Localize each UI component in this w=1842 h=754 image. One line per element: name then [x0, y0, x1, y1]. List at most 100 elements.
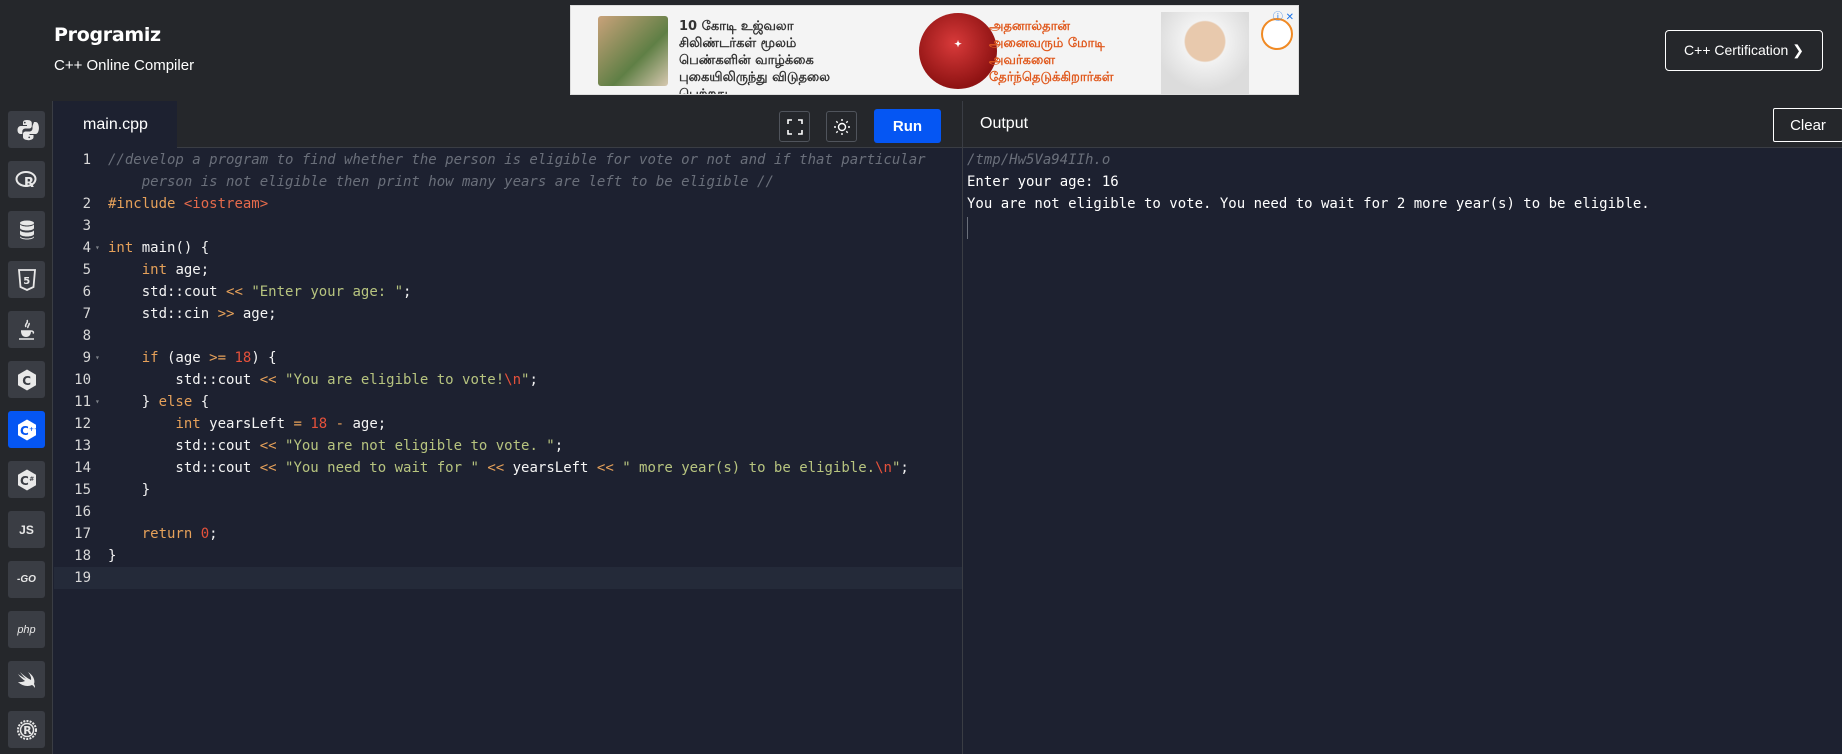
- go-icon[interactable]: -GO: [8, 561, 45, 598]
- database-icon[interactable]: [8, 211, 45, 248]
- editor-toolbar: main.cpp Run: [54, 101, 962, 148]
- line-number: 17: [74, 526, 91, 542]
- theme-toggle-sun-icon[interactable]: [826, 111, 857, 142]
- line-number: 11: [74, 394, 91, 410]
- advertisement-banner[interactable]: 10 கோடி உஜ்வலா சிலிண்டர்கள் மூலம் பெண்கள…: [570, 5, 1299, 95]
- code-text: std::cout << "Enter your age: ";: [108, 284, 412, 300]
- svg-text:++: ++: [29, 426, 39, 433]
- line-number: 14: [74, 460, 91, 476]
- line-number: 4: [82, 240, 91, 256]
- output-path: /tmp/Hw5Va94IIh.o: [967, 152, 1111, 168]
- code-line[interactable]: 10 std::cout << "You are eligible to vot…: [54, 369, 962, 391]
- svg-text:R: R: [24, 176, 34, 191]
- swift-icon[interactable]: [8, 661, 45, 698]
- code-text: std::cout << "You are eligible to vote!\…: [108, 372, 538, 388]
- code-text: //develop a program to find whether the …: [108, 152, 926, 190]
- line-number: 1: [82, 152, 91, 168]
- code-line[interactable]: 3: [54, 215, 962, 237]
- programiz-logo[interactable]: Programiz: [54, 24, 161, 46]
- java-icon[interactable]: [8, 311, 45, 348]
- ad-photo-woman: [598, 16, 668, 86]
- code-text: std::cout << "You are not eligible to vo…: [108, 438, 564, 454]
- svg-text:R: R: [23, 724, 32, 737]
- line-number: 7: [82, 306, 91, 322]
- code-text: std::cout << "You need to wait for " << …: [108, 460, 909, 476]
- fold-arrow-icon[interactable]: ▾: [95, 391, 100, 413]
- code-line[interactable]: 2 #include <iostream>: [54, 193, 962, 215]
- code-line[interactable]: 8: [54, 325, 962, 347]
- code-area[interactable]: 1 //develop a program to find whether the…: [54, 149, 962, 754]
- code-text: int age;: [141, 262, 210, 278]
- line-number: 12: [74, 416, 91, 432]
- js-icon[interactable]: JS: [8, 511, 45, 548]
- cpp-certification-button[interactable]: C++ Certification ❯: [1665, 30, 1823, 71]
- csharp-icon[interactable]: C #: [8, 461, 45, 498]
- code-line[interactable]: 19: [54, 567, 962, 589]
- code-line[interactable]: 6 std::cout << "Enter your age: ";: [54, 281, 962, 303]
- output-line: Enter your age: 16: [967, 174, 1119, 190]
- output-toolbar: Output Clear: [963, 101, 1842, 148]
- code-line[interactable]: 14 std::cout << "You need to wait for " …: [54, 457, 962, 479]
- output-panel: Output Clear /tmp/Hw5Va94IIh.o Enter you…: [962, 101, 1842, 754]
- code-line[interactable]: 7 std::cin >> age;: [54, 303, 962, 325]
- php-icon[interactable]: php: [8, 611, 45, 648]
- line-number: 6: [82, 284, 91, 300]
- code-line[interactable]: 13 std::cout << "You are not eligible to…: [54, 435, 962, 457]
- file-tab-main-cpp[interactable]: main.cpp: [54, 101, 177, 148]
- ad-text-right: அதனால்தான் அனைவரும் மோடி அவர்களை தேர்ந்த…: [989, 19, 1114, 85]
- output-line: You are not eligible to vote. You need t…: [967, 196, 1650, 212]
- line-number: 15: [74, 482, 91, 498]
- python-icon[interactable]: [8, 111, 45, 148]
- code-line[interactable]: 12 int yearsLeft = 18 - age;: [54, 413, 962, 435]
- svg-text:#: #: [29, 476, 34, 483]
- code-text: int yearsLeft = 18 - age;: [175, 416, 387, 432]
- code-editor-panel: main.cpp Run 1 //develop a program to fin…: [54, 101, 962, 754]
- ad-photo-man: [1161, 12, 1249, 94]
- line-number: 19: [74, 570, 91, 586]
- code-line[interactable]: 1 //develop a program to find whether the…: [54, 149, 962, 193]
- ad-text-left: 10 கோடி உஜ்வலா சிலிண்டர்கள் மூலம் பெண்கள…: [679, 19, 831, 95]
- line-number: 2: [82, 196, 91, 212]
- code-line[interactable]: 15 }: [54, 479, 962, 501]
- fold-arrow-icon[interactable]: ▾: [95, 237, 100, 259]
- run-button[interactable]: Run: [874, 109, 941, 143]
- code-line[interactable]: 9 ▾ if (age >= 18) {: [54, 347, 962, 369]
- code-line[interactable]: 18}: [54, 545, 962, 567]
- code-text: } else {: [108, 394, 210, 410]
- code-line[interactable]: 5 int age;: [54, 259, 962, 281]
- line-number: 8: [82, 328, 91, 344]
- html5-icon[interactable]: 5: [8, 261, 45, 298]
- code-line[interactable]: 16: [54, 501, 962, 523]
- code-text: int main() {: [108, 240, 210, 256]
- svg-text:C: C: [20, 423, 29, 437]
- line-number: 5: [82, 262, 91, 278]
- svg-text:5: 5: [23, 276, 30, 287]
- code-text: }: [108, 548, 117, 564]
- svg-text:C: C: [22, 373, 31, 387]
- fullscreen-icon[interactable]: [779, 111, 810, 142]
- output-title: Output: [980, 115, 1029, 132]
- line-number: 16: [74, 504, 91, 520]
- output-console[interactable]: /tmp/Hw5Va94IIh.o Enter your age: 16 You…: [967, 149, 1650, 239]
- c-icon[interactable]: C: [8, 361, 45, 398]
- cpp-icon[interactable]: C ++: [8, 411, 45, 448]
- code-text: if (age >= 18) {: [141, 350, 277, 366]
- fold-arrow-icon[interactable]: ▾: [95, 347, 100, 369]
- code-line[interactable]: 4 ▾ int main() {: [54, 237, 962, 259]
- code-text: #include <iostream>: [108, 196, 269, 212]
- code-text: }: [108, 482, 151, 498]
- line-number: 18: [74, 548, 91, 564]
- code-line[interactable]: 11 ▾ } else {: [54, 391, 962, 413]
- line-number: 9: [82, 350, 91, 366]
- line-number: 13: [74, 438, 91, 454]
- r-icon[interactable]: R: [8, 161, 45, 198]
- ad-seal-icon: ✦: [919, 13, 997, 89]
- rust-icon[interactable]: R: [8, 711, 45, 748]
- code-line[interactable]: 17 return 0;: [54, 523, 962, 545]
- clear-button[interactable]: Clear: [1773, 108, 1842, 142]
- page-subtitle: C++ Online Compiler: [54, 57, 195, 74]
- ad-choices-icon[interactable]: ⓘ ✕: [1273, 8, 1294, 23]
- output-cursor: [967, 217, 968, 239]
- code-text: std::cin >> age;: [108, 306, 277, 322]
- line-number: 10: [74, 372, 91, 388]
